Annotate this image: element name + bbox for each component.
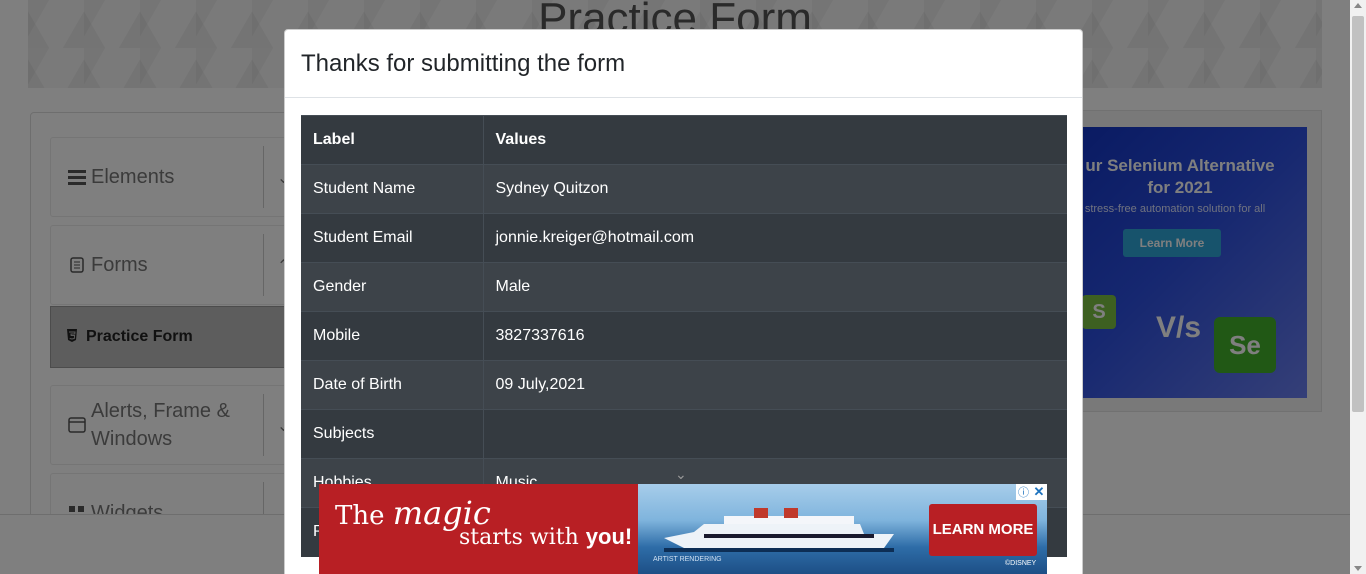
row-label: Date of Birth <box>301 360 484 410</box>
row-label: Student Email <box>301 213 484 263</box>
table-row: Subjects <box>301 409 1067 459</box>
row-value: 09 July,2021 <box>483 360 1067 410</box>
info-icon[interactable]: ⓘ <box>1016 484 1031 500</box>
row-value <box>483 409 1067 459</box>
modal-title: Thanks for submitting the form <box>301 49 626 77</box>
table-row: Student Name Sydney Quitzon <box>301 164 1067 214</box>
scroll-up-arrow-icon[interactable] <box>1354 3 1362 8</box>
modal-header: Thanks for submitting the form <box>285 30 1082 98</box>
row-label: Mobile <box>301 311 484 361</box>
row-value: jonnie.kreiger@hotmail.com <box>483 213 1067 263</box>
row-label: Gender <box>301 262 484 312</box>
table-header-row: Label Values <box>301 115 1067 165</box>
ad-headline-line2: starts with you! <box>459 524 633 550</box>
scroll-down-arrow-icon[interactable] <box>1354 566 1362 571</box>
ad-controls: ⓘ ✕ <box>1016 484 1047 500</box>
ad-collapse-chevron-icon[interactable]: ⌄ <box>675 466 687 483</box>
row-value: 3827337616 <box>483 311 1067 361</box>
ad-copyright: ©DISNEY <box>1005 560 1037 567</box>
column-header-label: Label <box>301 115 484 165</box>
ad-learn-more-button[interactable]: LEARN MORE <box>929 504 1037 556</box>
column-header-values: Values <box>483 115 1067 165</box>
row-value: Sydney Quitzon <box>483 164 1067 214</box>
cruise-ship-icon <box>664 508 894 552</box>
table-row: Date of Birth 09 July,2021 <box>301 360 1067 410</box>
table-row: Gender Male <box>301 262 1067 312</box>
vertical-scrollbar[interactable] <box>1350 0 1366 574</box>
close-icon[interactable]: ✕ <box>1031 484 1047 500</box>
table-row: Mobile 3827337616 <box>301 311 1067 361</box>
ad-artist-note: ARTIST RENDERING <box>653 556 722 563</box>
row-value: Male <box>483 262 1067 312</box>
row-label: Subjects <box>301 409 484 459</box>
row-label: Student Name <box>301 164 484 214</box>
scroll-thumb[interactable] <box>1352 16 1364 412</box>
table-row: Student Email jonnie.kreiger@hotmail.com <box>301 213 1067 263</box>
bottom-ad-banner[interactable]: The magic starts with you! LEARN MORE AR… <box>319 484 1047 574</box>
